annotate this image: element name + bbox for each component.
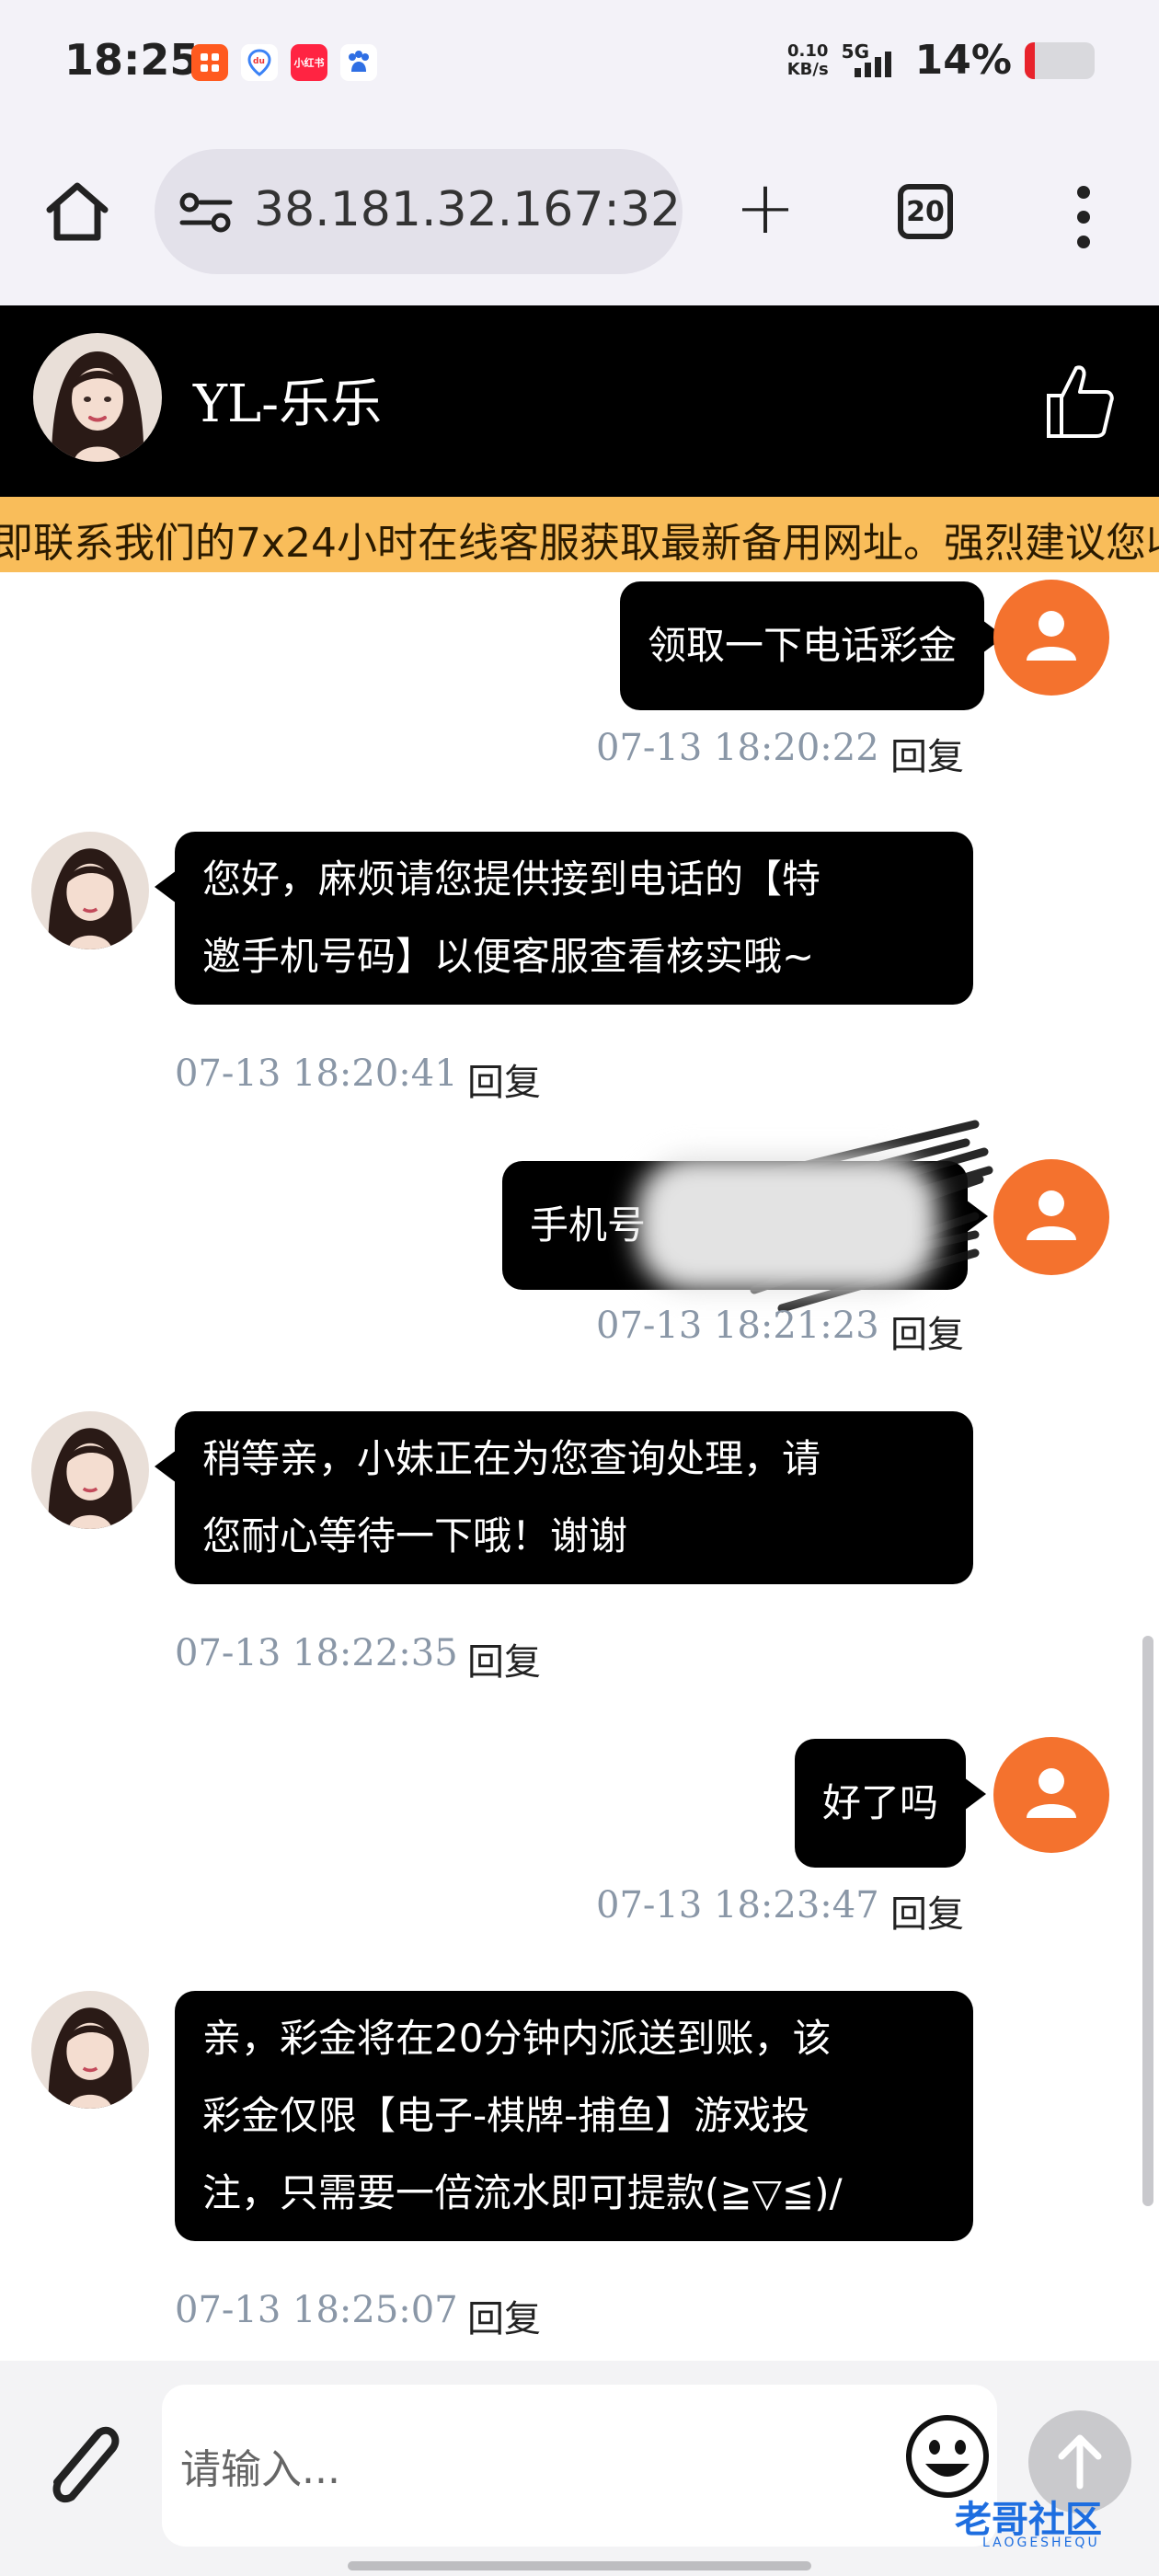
tab-count-button[interactable]: 20: [898, 184, 953, 239]
message-timestamp: 07-13 18:23:47: [596, 1884, 879, 1926]
message-bubble: 稍等亲，小妹正在为您查询处理，请 您耐心等待一下哦！谢谢: [155, 1411, 973, 1584]
browser-chrome: 18:25 du 小红书 0.10 KB/s 5G 14% 38.181.32.…: [0, 0, 1159, 305]
message-timestamp: 07-13 18:21:23: [596, 1305, 879, 1347]
message-text-line: 稍等亲，小妹正在为您查询处理，请: [202, 1436, 821, 1481]
message-timestamp: 07-13 18:20:22: [596, 727, 879, 769]
app-xiaohongshu-label: 小红书: [293, 57, 325, 69]
message-text-line: 邀手机号码】以便客服查看核实哦~: [202, 934, 815, 979]
user-avatar-icon: [993, 580, 1109, 696]
home-indicator[interactable]: [348, 2561, 811, 2570]
agent-message-avatar: [31, 1411, 149, 1529]
app-baidu-icon: [340, 44, 377, 81]
message-bubble: 领取一下电话彩金: [619, 581, 1005, 710]
message-timestamp: 07-13 18:22:35: [175, 1632, 458, 1674]
status-bar: 18:25 du 小红书 0.10 KB/s 5G 14%: [0, 0, 1159, 129]
user-avatar-icon: [993, 1159, 1109, 1275]
notice-text: 即联系我们的7x24小时在线客服获取最新备用网址。强烈建议您收藏: [0, 520, 1159, 567]
message-text-line: 您耐心等待一下哦！谢谢: [202, 1513, 628, 1558]
network-speed: 0.10 KB/s: [786, 40, 829, 79]
agent-message-avatar: [31, 832, 149, 949]
new-tab-plus-icon[interactable]: +: [729, 171, 802, 247]
battery-percent: 14%: [914, 37, 1012, 84]
status-right: 0.10 KB/s 5G 14%: [787, 37, 1095, 84]
address-bar-row: 38.181.32.167:3248 + 20: [0, 147, 1159, 276]
battery-level: [1025, 41, 1035, 79]
message-text-line: 您好，麻烦请您提供接到电话的【特: [202, 857, 821, 902]
emoji-icon[interactable]: [903, 2412, 992, 2501]
message-list[interactable]: 领取一下电话彩金 07-13 18:20:22 回复 您好，麻烦请您提供接到电话…: [0, 572, 1141, 2361]
home-icon[interactable]: [40, 175, 114, 248]
app-notification-icon: [191, 44, 228, 81]
message-text-line: 彩金仅限【电子-棋牌-捕鱼】游戏投: [202, 2093, 810, 2138]
signal-icon: 5G: [842, 40, 902, 81]
site-settings-icon[interactable]: [178, 190, 234, 236]
url-bar[interactable]: 38.181.32.167:3248: [155, 149, 683, 274]
agent-message-avatar: [31, 1991, 149, 2109]
status-app-icons: du 小红书: [191, 44, 377, 81]
message-text-line: 亲，彩金将在20分钟内派送到账，该: [202, 2016, 832, 2061]
message-text: 手机号: [530, 1202, 647, 1248]
message-scrollbar[interactable]: [1142, 1636, 1153, 2206]
message-timestamp: 07-13 18:25:07: [175, 2289, 458, 2331]
app-du-icon: du: [241, 44, 278, 81]
reply-button[interactable]: 回复: [467, 2289, 541, 2342]
watermark: 老哥社区 LAOGESHEQU: [911, 2490, 1150, 2563]
battery-icon: [1025, 41, 1095, 79]
chat-header: YL-乐乐: [0, 305, 1159, 497]
user-avatar-icon: [993, 1737, 1109, 1853]
reply-button[interactable]: 回复: [890, 1884, 964, 1938]
agent-avatar: [33, 333, 162, 462]
message-text-line: 注，只需要一倍流水即可提款(≧▽≦)/: [202, 2170, 843, 2215]
message-input[interactable]: 请输入...: [162, 2385, 997, 2547]
watermark-subtext: LAOGESHEQU: [982, 2536, 1100, 2550]
message-bubble: 亲，彩金将在20分钟内派送到账，该 彩金仅限【电子-棋牌-捕鱼】游戏投 注，只需…: [175, 1991, 973, 2241]
more-menu-icon[interactable]: [1065, 180, 1102, 254]
agent-name: YL-乐乐: [193, 374, 383, 434]
app-xiaohongshu-icon: 小红书: [291, 44, 327, 81]
notice-marquee: 即联系我们的7x24小时在线客服获取最新备用网址。强烈建议您收藏: [0, 497, 1159, 572]
network-speed-value: 0.10: [786, 40, 829, 61]
network-speed-unit: KB/s: [786, 59, 829, 79]
reply-button[interactable]: 回复: [890, 1305, 964, 1358]
message-bubble: 好了吗: [794, 1739, 987, 1868]
svg-text:du: du: [253, 57, 265, 66]
input-bar: 请输入... 老哥社区 LAOGESHEQU: [0, 2361, 1159, 2576]
reply-button[interactable]: 回复: [467, 1632, 541, 1685]
message-text: 好了吗: [821, 1780, 938, 1825]
reply-button[interactable]: 回复: [467, 1052, 541, 1106]
thumbs-up-icon[interactable]: [1041, 359, 1115, 442]
status-time: 18:25: [64, 35, 200, 85]
paperclip-icon[interactable]: [35, 2412, 127, 2523]
reply-button[interactable]: 回复: [890, 727, 964, 780]
url-text: 38.181.32.167:3248: [254, 182, 683, 237]
message-bubble: 您好，麻烦请您提供接到电话的【特 邀手机号码】以便客服查看核实哦~: [155, 832, 973, 1005]
message-timestamp: 07-13 18:20:41: [175, 1052, 458, 1095]
redaction-blur: [637, 1156, 938, 1292]
message-text: 领取一下电话彩金: [647, 623, 957, 668]
